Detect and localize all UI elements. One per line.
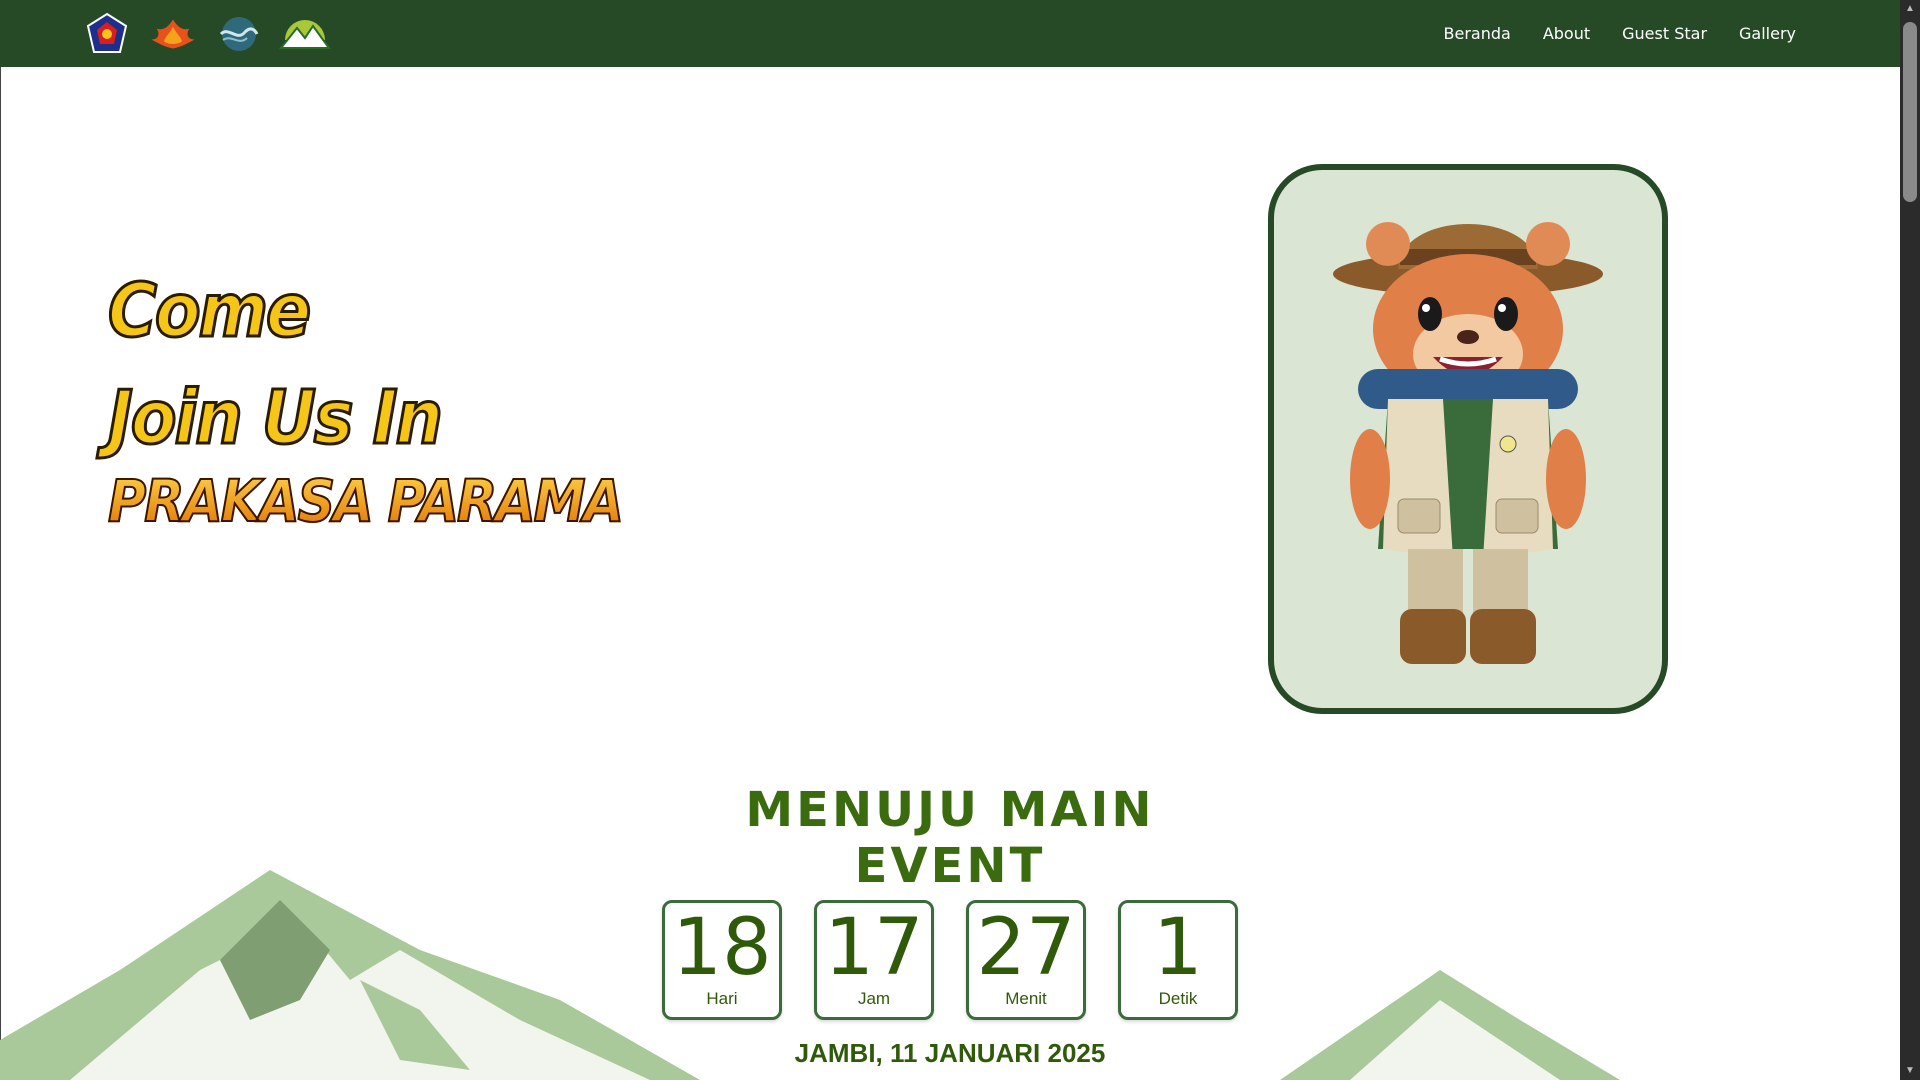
flame-emblem-logo[interactable]	[144, 10, 202, 58]
countdown-hours: 17 Jam	[814, 900, 934, 1020]
nav-links: Beranda About Guest Star Gallery	[1444, 24, 1797, 43]
mountain-sun-logo[interactable]	[276, 10, 334, 58]
bear-scout-mascot-icon	[1333, 222, 1603, 664]
hero-heading: Come Join Us In PRAKASA PARAMA	[107, 258, 625, 536]
countdown-title: MENUJU MAIN EVENT	[745, 782, 1155, 894]
nav-link-beranda[interactable]: Beranda	[1444, 24, 1511, 43]
countdown-seconds-label: Detik	[1158, 989, 1198, 1009]
countdown-days-value: 18	[672, 902, 772, 993]
countdown-seconds: 1 Detik	[1118, 900, 1238, 1020]
wave-emblem-logo[interactable]	[210, 10, 268, 58]
countdown-days-label: Hari	[706, 989, 738, 1009]
scrollbar-thumb[interactable]	[1903, 22, 1917, 202]
countdown-section: MENUJU MAIN EVENT 18 Hari 17 Jam 27 Meni…	[650, 782, 1250, 1069]
scroll-down-arrow-icon[interactable]: ▼	[1900, 1062, 1920, 1080]
countdown-minutes-value: 27	[976, 902, 1076, 993]
nav-link-about[interactable]: About	[1543, 24, 1590, 43]
countdown-hours-label: Jam	[857, 989, 891, 1009]
mascot-card	[1268, 164, 1668, 714]
school-crest-logo[interactable]	[78, 10, 136, 58]
hero-line-join: Join Us In	[107, 374, 445, 463]
countdown-boxes: 18 Hari 17 Jam 27 Menit 1 Detik	[650, 900, 1250, 1020]
countdown-minutes: 27 Menit	[966, 900, 1086, 1020]
page-scrollbar[interactable]: ▲ ▼	[1900, 0, 1920, 1080]
event-date: JAMBI, 11 JANUARI 2025	[794, 1038, 1106, 1068]
countdown-hours-value: 17	[824, 902, 924, 993]
nav-link-gallery[interactable]: Gallery	[1739, 24, 1796, 43]
nav-link-guest-star[interactable]: Guest Star	[1622, 24, 1707, 43]
countdown-minutes-label: Menit	[1005, 989, 1047, 1009]
countdown-seconds-value: 1	[1153, 902, 1203, 993]
logo-group	[78, 10, 334, 58]
hero-line-come: Come	[107, 266, 313, 355]
countdown-days: 18 Hari	[662, 900, 782, 1020]
top-navbar: Beranda About Guest Star Gallery	[0, 0, 1900, 67]
hero-brand-title: PRAKASA PARAMA	[107, 466, 625, 536]
scroll-up-arrow-icon[interactable]: ▲	[1900, 0, 1920, 18]
